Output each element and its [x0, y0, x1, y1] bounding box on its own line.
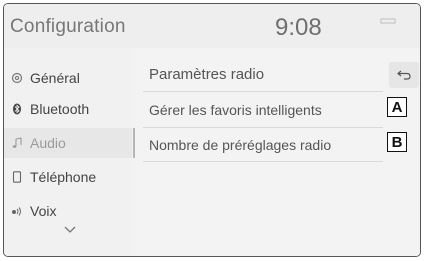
clock-display: 9:08	[275, 14, 322, 41]
content-panel: Paramètres radio Gérer les favoris intel…	[135, 48, 420, 256]
callout-badge-b: B	[387, 132, 407, 152]
sidebar-item-label: Bluetooth	[30, 101, 90, 117]
signal-icon	[380, 18, 396, 24]
sidebar-item-voice[interactable]: Voix	[4, 196, 132, 226]
music-note-icon	[10, 136, 24, 150]
voice-icon	[10, 204, 24, 218]
divider	[143, 127, 383, 128]
chevron-down-icon[interactable]	[64, 226, 76, 234]
gear-icon	[10, 71, 24, 85]
row-manage-favorites[interactable]: Gérer les favoris intelligents	[135, 94, 420, 126]
callout-badge-a: A	[387, 97, 407, 117]
back-arrow-icon	[397, 70, 411, 80]
row-label: Nombre de préréglages radio	[149, 137, 332, 153]
divider	[143, 161, 383, 162]
divider	[143, 91, 383, 92]
row-label: Gérer les favoris intelligents	[149, 102, 322, 118]
sidebar-item-general[interactable]: Général	[4, 63, 132, 93]
phone-icon	[10, 170, 24, 184]
sidebar-item-audio[interactable]: Audio	[4, 128, 132, 158]
header-bar: Configuration 9:08	[4, 4, 420, 48]
section-title: Paramètres radio	[149, 66, 265, 83]
back-button[interactable]	[389, 62, 419, 88]
sidebar-item-label: Audio	[30, 135, 66, 151]
sidebar-item-bluetooth[interactable]: Bluetooth	[4, 94, 132, 124]
settings-screen: Configuration 9:08 Général Bluetooth Aud…	[3, 3, 421, 257]
sidebar-item-label: Voix	[30, 203, 57, 219]
sidebar-item-label: Général	[30, 70, 80, 86]
page-title: Configuration	[10, 16, 126, 37]
bluetooth-icon	[10, 102, 24, 116]
sidebar-item-telephone[interactable]: Téléphone	[4, 162, 132, 192]
sidebar: Général Bluetooth Audio Téléphone Voix	[4, 48, 132, 256]
row-preset-count[interactable]: Nombre de préréglages radio	[135, 129, 420, 161]
sidebar-item-label: Téléphone	[30, 169, 97, 185]
